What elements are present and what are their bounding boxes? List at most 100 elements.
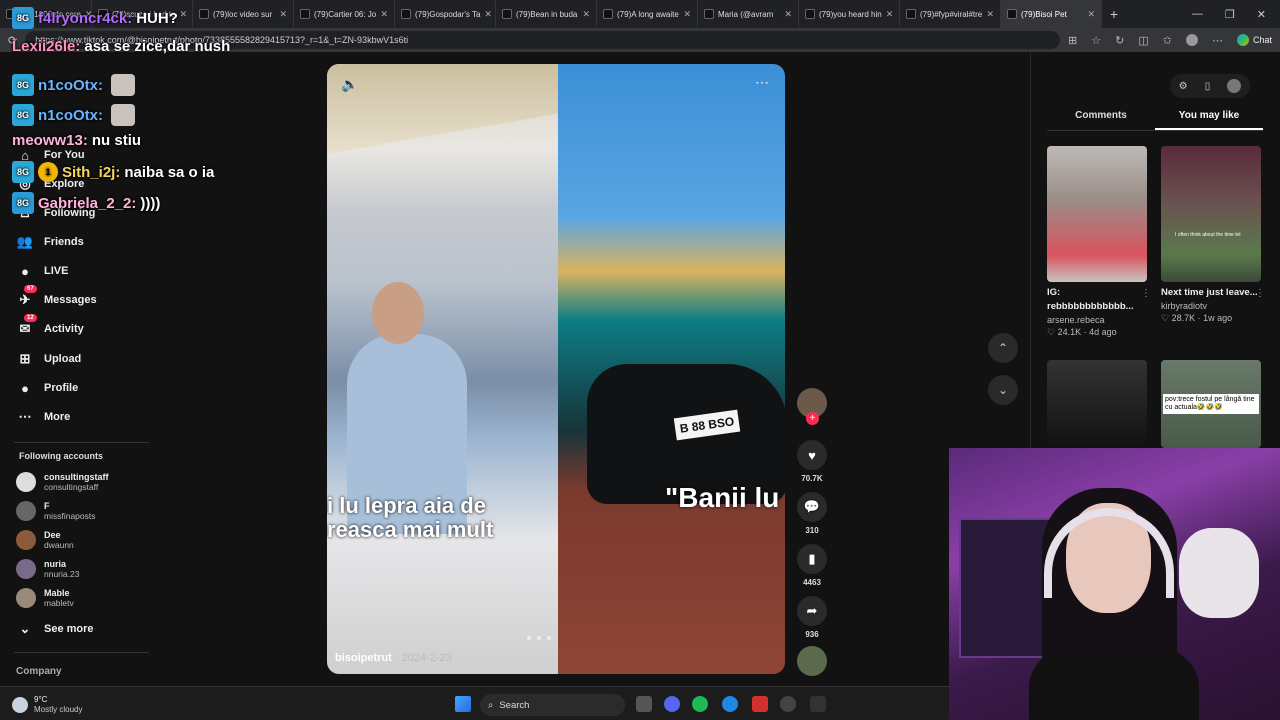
bookmark-star-icon[interactable]: ☆ xyxy=(1091,34,1101,47)
close-window-icon[interactable]: ✕ xyxy=(1257,8,1266,21)
close-tab-icon[interactable]: ✕ xyxy=(683,9,691,20)
close-tab-icon[interactable]: ✕ xyxy=(484,9,492,20)
recommended-card[interactable]: pov:trece fostul pe lângă tine cu actual… xyxy=(1161,360,1261,448)
phone-icon[interactable]: ▯ xyxy=(1205,81,1211,92)
profile-avatar-icon[interactable] xyxy=(1185,34,1198,46)
user-avatar-icon[interactable] xyxy=(1227,79,1242,93)
carousel-dots[interactable] xyxy=(527,636,551,640)
chevron-up-icon[interactable]: ⌃ xyxy=(988,333,1018,363)
sound-button[interactable] xyxy=(795,646,829,676)
messages-icon: ✈ 67 xyxy=(16,285,37,309)
see-more-button[interactable]: ⌄ See more xyxy=(16,620,94,638)
video-author[interactable]: bisoipetrut · 2024-2-23 xyxy=(335,652,452,664)
maximize-icon[interactable]: ❐ xyxy=(1225,8,1235,21)
task-view-icon[interactable] xyxy=(636,696,652,712)
browser-tab[interactable]: (79)#fyp#viral#tre ✕ xyxy=(900,0,1001,28)
minimize-icon[interactable]: — xyxy=(1192,8,1203,21)
browser-tab[interactable]: (79)loc video sur ✕ xyxy=(193,0,294,28)
copilot-chat-button[interactable]: Chat xyxy=(1236,34,1272,46)
sidebar-item-label: Messages xyxy=(44,294,97,306)
sidebar-item-for-you[interactable]: ⌂ For You xyxy=(16,146,84,164)
browser-tab[interactable]: (79)Cartier 06: Jo ✕ xyxy=(294,0,395,28)
settings-icon[interactable]: ⚙ xyxy=(1179,81,1188,92)
sidebar-item-explore[interactable]: ◎ Explore xyxy=(16,175,84,193)
like-button[interactable]: ♥ 70.7K xyxy=(795,440,829,483)
friends-icon: 👥 xyxy=(16,234,34,249)
close-tab-icon[interactable]: ✕ xyxy=(85,9,91,20)
record-app-icon[interactable] xyxy=(752,696,768,712)
volume-icon[interactable]: 🔈 xyxy=(341,76,358,93)
close-tab-icon[interactable]: ✕ xyxy=(380,9,388,20)
close-tab-icon[interactable]: ✕ xyxy=(784,9,792,20)
browser-tab[interactable]: (79)you heard hin ✕ xyxy=(799,0,900,28)
close-tab-icon[interactable]: ✕ xyxy=(279,9,287,20)
divider xyxy=(14,652,149,653)
chevron-down-nav-icon[interactable]: ⌄ xyxy=(988,375,1018,405)
card-more-icon[interactable]: ⋮ xyxy=(1255,288,1265,299)
account-handle: missfinaposts xyxy=(44,511,96,521)
browser-tab[interactable]: (79)scuze i had to ✕ xyxy=(92,0,193,28)
following-account[interactable]: consultingstaff consultingstaff xyxy=(16,472,109,492)
url-field[interactable]: https://www.tiktok.com/@bisoipetrut/phot… xyxy=(25,31,1061,49)
share-button[interactable]: ➦ 936 xyxy=(795,596,829,639)
follow-plus-icon[interactable]: + xyxy=(806,412,819,425)
reload-icon[interactable]: ⟳ xyxy=(8,34,17,47)
recommended-card[interactable]: I often think about the time let Next ti… xyxy=(1161,146,1265,324)
taskbar-search[interactable]: ⌕ Search xyxy=(480,694,625,716)
browser-tab[interactable]: (79)Bean in buda ✕ xyxy=(496,0,597,28)
save-button[interactable]: ▮ 4463 xyxy=(795,544,829,587)
browser-tab[interactable]: Maria (@avram ✕ xyxy=(698,0,799,28)
close-tab-icon[interactable]: ✕ xyxy=(582,9,590,20)
following-account[interactable]: Mable mabletv xyxy=(16,588,74,608)
weather-text: Mostly cloudy xyxy=(34,705,83,714)
sidebar-item-upload[interactable]: ⊞ Upload xyxy=(16,350,82,368)
weather-widget[interactable]: 9°C Mostly cloudy xyxy=(12,695,82,715)
avatar: + xyxy=(797,388,827,425)
sidebar-item-more[interactable]: ⋯ More xyxy=(16,408,71,426)
recommended-card[interactable] xyxy=(1047,360,1147,448)
sidebar-item-friends[interactable]: 👥 Friends xyxy=(16,233,84,251)
browser-tab[interactable]: (79)1000 de cere ✕ xyxy=(0,0,92,28)
close-tab-icon[interactable]: ✕ xyxy=(180,9,188,20)
recommended-card[interactable]: IG: rebbbbbbbbbbbb... arsene.rebeca ♡ 24… xyxy=(1047,146,1151,338)
browser-tab[interactable]: (79)Gospodar's Ta ✕ xyxy=(395,0,496,28)
sidebar-item-live[interactable]: ● LIVE xyxy=(16,262,68,280)
epic-games-icon[interactable] xyxy=(810,696,826,712)
sidebar-item-activity[interactable]: ✉ 12 Activity xyxy=(16,314,84,338)
card-more-icon[interactable]: ⋮ xyxy=(1141,288,1151,299)
discord-icon[interactable] xyxy=(664,696,680,712)
comment-button[interactable]: 💬 310 xyxy=(795,492,829,535)
split-screen-icon[interactable]: ◫ xyxy=(1138,34,1148,47)
tab-you-may-like[interactable]: You may like xyxy=(1155,110,1263,130)
close-tab-icon[interactable]: ✕ xyxy=(1087,9,1095,20)
following-account[interactable]: Fmissfinaposts xyxy=(16,501,96,521)
close-tab-icon[interactable]: ✕ xyxy=(986,9,994,20)
browser-tab[interactable]: (79)A long awaite ✕ xyxy=(597,0,698,28)
menu-dots-icon[interactable]: ⋯ xyxy=(1212,34,1223,47)
company-link[interactable]: Company xyxy=(16,666,62,677)
edge-icon[interactable] xyxy=(722,696,738,712)
browser-tab[interactable]: (79)Bisoi Pet ✕ xyxy=(1001,0,1102,28)
following-account[interactable]: nuria nnuria.23 xyxy=(16,559,79,579)
favorites-icon[interactable]: ✩ xyxy=(1163,34,1172,47)
more-options-icon[interactable]: ⋯ xyxy=(755,74,769,91)
spotify-icon[interactable] xyxy=(692,696,708,712)
sidebar-item-following[interactable]: ♙ Following xyxy=(16,204,95,222)
card-thumbnail xyxy=(1047,146,1147,282)
apps-icon[interactable]: ⊞ xyxy=(1068,34,1077,47)
following-account[interactable]: Dee dwaunn xyxy=(16,530,74,550)
sidebar-item-profile[interactable]: ● Profile xyxy=(16,379,78,397)
new-tab-button[interactable]: + xyxy=(1102,6,1126,22)
refresh-icon[interactable]: ↻ xyxy=(1115,34,1124,47)
close-tab-icon[interactable]: ✕ xyxy=(886,9,894,20)
windows-start-icon[interactable] xyxy=(455,696,471,712)
panel-top-controls: ⚙ ▯ xyxy=(1170,74,1250,98)
steam-icon[interactable] xyxy=(780,696,796,712)
sidebar-item-messages[interactable]: ✈ 67 Messages xyxy=(16,285,97,309)
creator-avatar-button[interactable]: + xyxy=(795,388,829,425)
tab-comments[interactable]: Comments xyxy=(1047,110,1155,130)
video-player[interactable]: B 88 BSO i lu lepra aia de reasca mai mu… xyxy=(327,64,785,674)
share-icon: ➦ xyxy=(797,596,827,626)
plush-toy-shape xyxy=(1179,528,1259,618)
card-overlay-text: pov:trece fostul pe lângă tine cu actual… xyxy=(1163,394,1259,414)
